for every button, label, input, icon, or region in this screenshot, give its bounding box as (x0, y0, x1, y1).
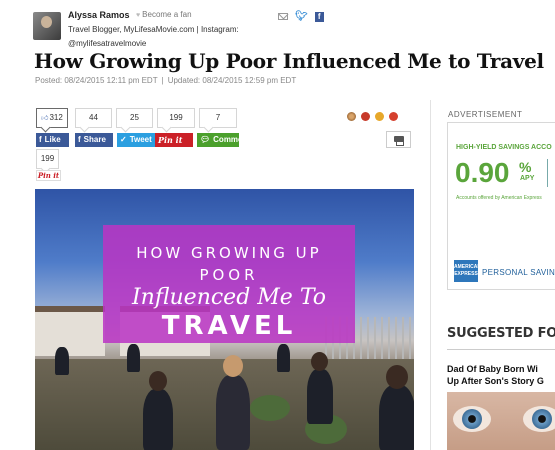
suggested-divider (447, 349, 555, 350)
reddit-icon[interactable] (347, 112, 356, 121)
suggested-item-image[interactable] (447, 392, 555, 450)
ad-divider (547, 159, 548, 187)
suggested-title-line-1: Dad Of Baby Born Wi (447, 364, 538, 374)
facebook-icon[interactable]: f (314, 11, 324, 22)
advertisement-label: ADVERTISEMENT (448, 110, 523, 119)
ad-fine-print: Accounts offered by American Express (456, 195, 542, 201)
hero-line-4: TRAVEL (161, 311, 297, 341)
heart-icon: ♥ (136, 12, 141, 19)
comment-count: 7 (199, 108, 237, 128)
facebook-like-button[interactable]: f Like (36, 133, 69, 147)
become-fan-label: Become a fan (142, 10, 192, 19)
share-count: 44 (75, 108, 112, 128)
facebook-icon: f (78, 135, 81, 144)
ad-title: HIGH-YIELD SAVINGS ACCO (456, 144, 552, 151)
pin-it-button-below[interactable]: Pin it (36, 170, 61, 181)
pin-count: 199 (157, 108, 195, 128)
child-figure (307, 369, 333, 424)
facebook-share-button[interactable]: f Share (75, 133, 113, 147)
child-figure (127, 344, 140, 372)
print-icon[interactable] (386, 131, 411, 148)
ad-apy: APY (520, 175, 535, 182)
tweet-button[interactable]: ✓ Tweet (117, 133, 155, 147)
child-figure (277, 344, 290, 372)
hero-line-2: POOR (199, 266, 259, 284)
tool-icons (347, 112, 398, 121)
hero-image: HOW GROWING UP POOR Influenced Me To TRA… (35, 189, 414, 450)
hero-title-banner: HOW GROWING UP POOR Influenced Me To TRA… (103, 225, 355, 343)
column-divider (430, 100, 431, 450)
comment-button[interactable]: 💬︎ Comment (197, 133, 250, 147)
child-figure (143, 389, 173, 450)
ad-banner[interactable]: HIGH-YIELD SAVINGS ACCO 0.90 % APY Accou… (447, 122, 555, 290)
house-shape (35, 311, 105, 356)
facebook-icon: f (39, 135, 42, 144)
linkedin-icon[interactable] (375, 112, 384, 121)
ad-rate: 0.90 (455, 157, 510, 188)
hero-line-1: HOW GROWING UP (136, 244, 322, 262)
become-fan-link[interactable]: ♥ Become a fan (136, 10, 192, 19)
suggested-item-title[interactable]: Dad Of Baby Born Wi Up After Son's Story… (447, 363, 555, 387)
article-dates: Posted: 08/24/2015 12:11 pm EDT | Updated:… (35, 76, 296, 85)
author-bio: Travel Blogger, MyLifesaMovie.com | Inst… (68, 25, 239, 48)
twitter-icon: ✓ (120, 135, 127, 144)
date-separator: | (161, 76, 164, 85)
article-title: How Growing Up Poor Influenced Me to Tra… (34, 49, 544, 73)
plant-shape (250, 395, 290, 421)
eye-shape (523, 406, 555, 432)
hero-line-3: Influenced Me To (131, 285, 327, 310)
suggested-heading: SUGGESTED FOR (447, 326, 555, 341)
like-count: 👍︎312 (36, 108, 68, 128)
eye-shape (453, 406, 491, 432)
child-head (386, 365, 408, 389)
child-head (149, 371, 167, 391)
amex-logo: AMERICAN EXPRESS (454, 260, 481, 282)
author-avatar[interactable] (33, 12, 61, 40)
tweet-count: 25 (116, 108, 153, 128)
child-figure (379, 385, 414, 450)
child-figure (216, 375, 250, 450)
comment-icon: 💬︎ (200, 135, 211, 144)
thumbs-up-icon: 👍︎ (41, 115, 49, 122)
googleplus-icon[interactable] (389, 112, 398, 121)
child-head (311, 352, 328, 371)
pin-count-below: 199 (36, 149, 59, 169)
author-social-icons: 🐦︎ f (278, 11, 324, 22)
child-figure (55, 347, 69, 375)
stumbleupon-icon[interactable] (361, 112, 370, 121)
roof-shape (35, 306, 105, 312)
ad-tagline: PERSONAL SAVIN (482, 268, 555, 277)
twitter-icon[interactable]: 🐦︎ (295, 11, 308, 22)
ad-percent: % (519, 159, 532, 175)
mail-icon[interactable] (278, 13, 288, 20)
suggested-title-line-2: Up After Son's Story G (447, 376, 544, 386)
author-bar: Alyssa Ramos ♥ Become a fan Travel Blogge… (33, 10, 333, 50)
posted-date: Posted: 08/24/2015 12:11 pm EDT (35, 76, 158, 85)
updated-date: Updated: 08/24/2015 12:59 pm EDT (167, 76, 297, 85)
adult-head (223, 355, 243, 377)
author-name[interactable]: Alyssa Ramos (68, 10, 130, 20)
pin-it-button[interactable]: Pin it (155, 133, 193, 147)
